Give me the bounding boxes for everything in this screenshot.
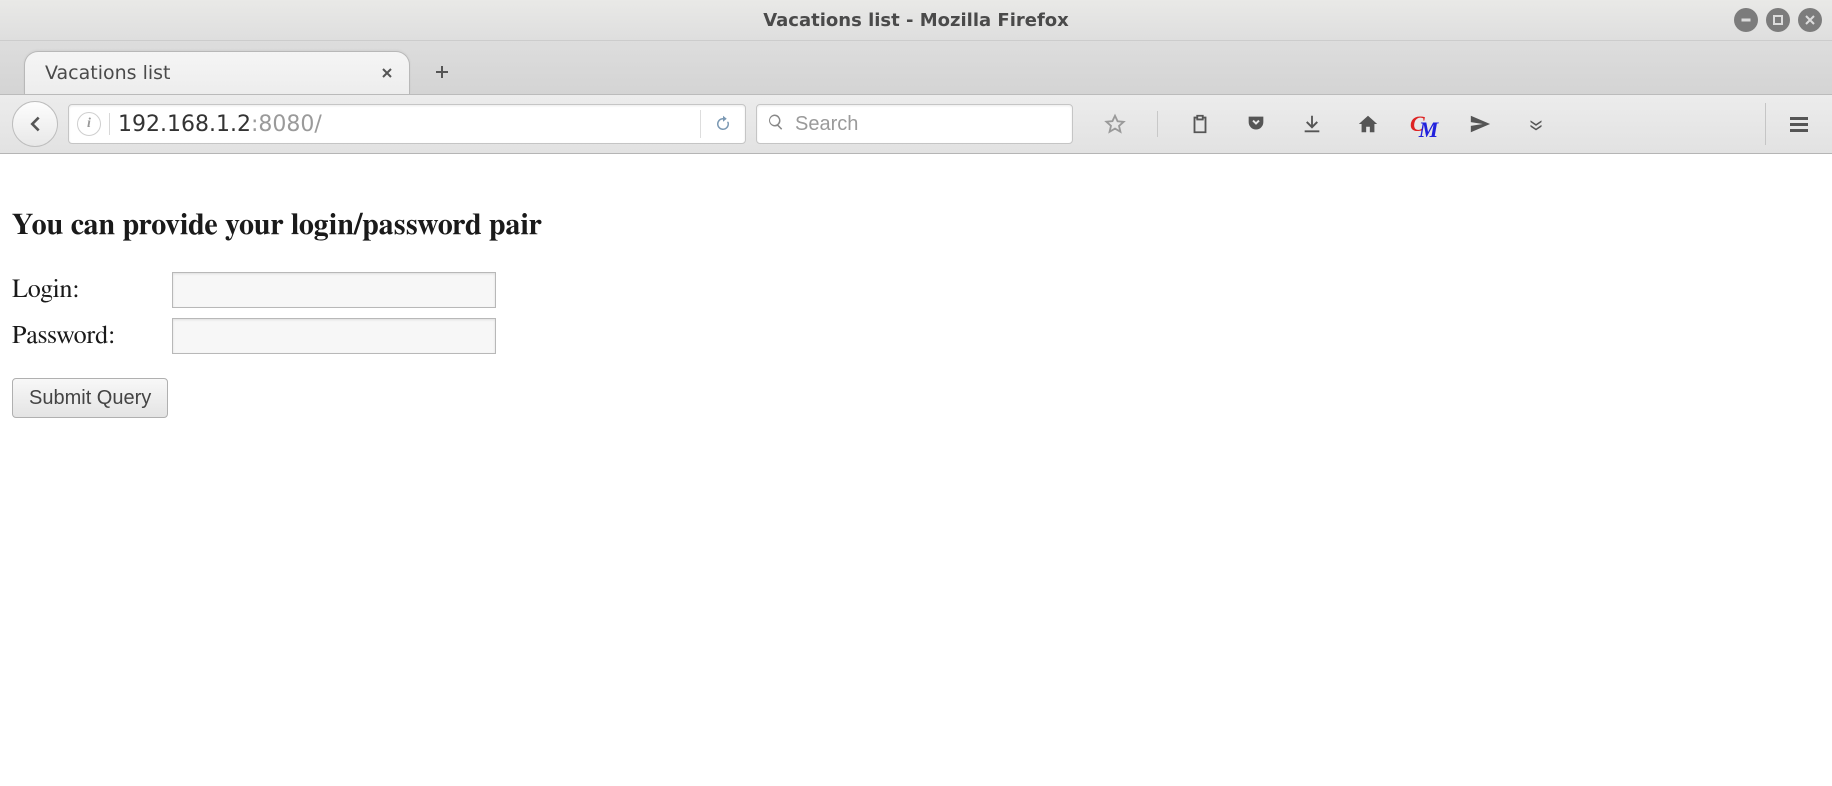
login-label: Login: bbox=[12, 276, 172, 305]
url-port-path: :8080/ bbox=[251, 112, 322, 137]
submit-button[interactable]: Submit Query bbox=[12, 378, 168, 418]
window-maximize-button[interactable] bbox=[1766, 8, 1790, 32]
tab-vacations-list[interactable]: Vacations list bbox=[24, 51, 410, 94]
window-controls bbox=[1734, 8, 1822, 32]
password-label: Password: bbox=[12, 322, 172, 351]
back-button[interactable] bbox=[12, 101, 58, 147]
new-tab-button[interactable] bbox=[428, 58, 456, 86]
downloads-icon[interactable] bbox=[1298, 110, 1326, 138]
search-icon bbox=[767, 113, 785, 135]
extension-cm-icon[interactable]: CM bbox=[1410, 113, 1438, 135]
home-icon[interactable] bbox=[1354, 110, 1382, 138]
bookmark-star-icon[interactable] bbox=[1101, 110, 1129, 138]
window-minimize-button[interactable] bbox=[1734, 8, 1758, 32]
url-host: 192.168.1.2 bbox=[118, 112, 251, 137]
clipboard-icon[interactable] bbox=[1186, 110, 1214, 138]
tab-strip: Vacations list bbox=[0, 41, 1832, 95]
tab-close-button[interactable] bbox=[379, 65, 395, 81]
window-close-button[interactable] bbox=[1798, 8, 1822, 32]
overflow-icon[interactable] bbox=[1522, 110, 1550, 138]
menu-button[interactable] bbox=[1765, 103, 1820, 145]
url-text[interactable]: 192.168.1.2:8080/ bbox=[118, 112, 692, 137]
url-bar[interactable]: i 192.168.1.2:8080/ bbox=[68, 104, 746, 144]
search-bar[interactable] bbox=[756, 104, 1073, 144]
password-input[interactable] bbox=[172, 318, 496, 354]
login-input[interactable] bbox=[172, 272, 496, 308]
send-icon[interactable] bbox=[1466, 110, 1494, 138]
login-row: Login: bbox=[12, 272, 1820, 308]
pocket-icon[interactable] bbox=[1242, 110, 1270, 138]
window-title: Vacations list - Mozilla Firefox bbox=[0, 10, 1832, 31]
tab-label: Vacations list bbox=[45, 62, 171, 84]
toolbar-separator bbox=[1157, 111, 1158, 137]
toolbar-icons: CM bbox=[1101, 110, 1745, 138]
window-titlebar: Vacations list - Mozilla Firefox bbox=[0, 0, 1832, 41]
navigation-toolbar: i 192.168.1.2:8080/ CM bbox=[0, 95, 1832, 154]
password-row: Password: bbox=[12, 318, 1820, 354]
site-identity-icon[interactable]: i bbox=[77, 112, 101, 136]
reload-button[interactable] bbox=[700, 110, 737, 138]
page-content: You can provide your login/password pair… bbox=[0, 154, 1832, 430]
search-input[interactable] bbox=[793, 112, 1062, 137]
page-heading: You can provide your login/password pair bbox=[12, 209, 1820, 242]
url-separator bbox=[109, 113, 110, 135]
